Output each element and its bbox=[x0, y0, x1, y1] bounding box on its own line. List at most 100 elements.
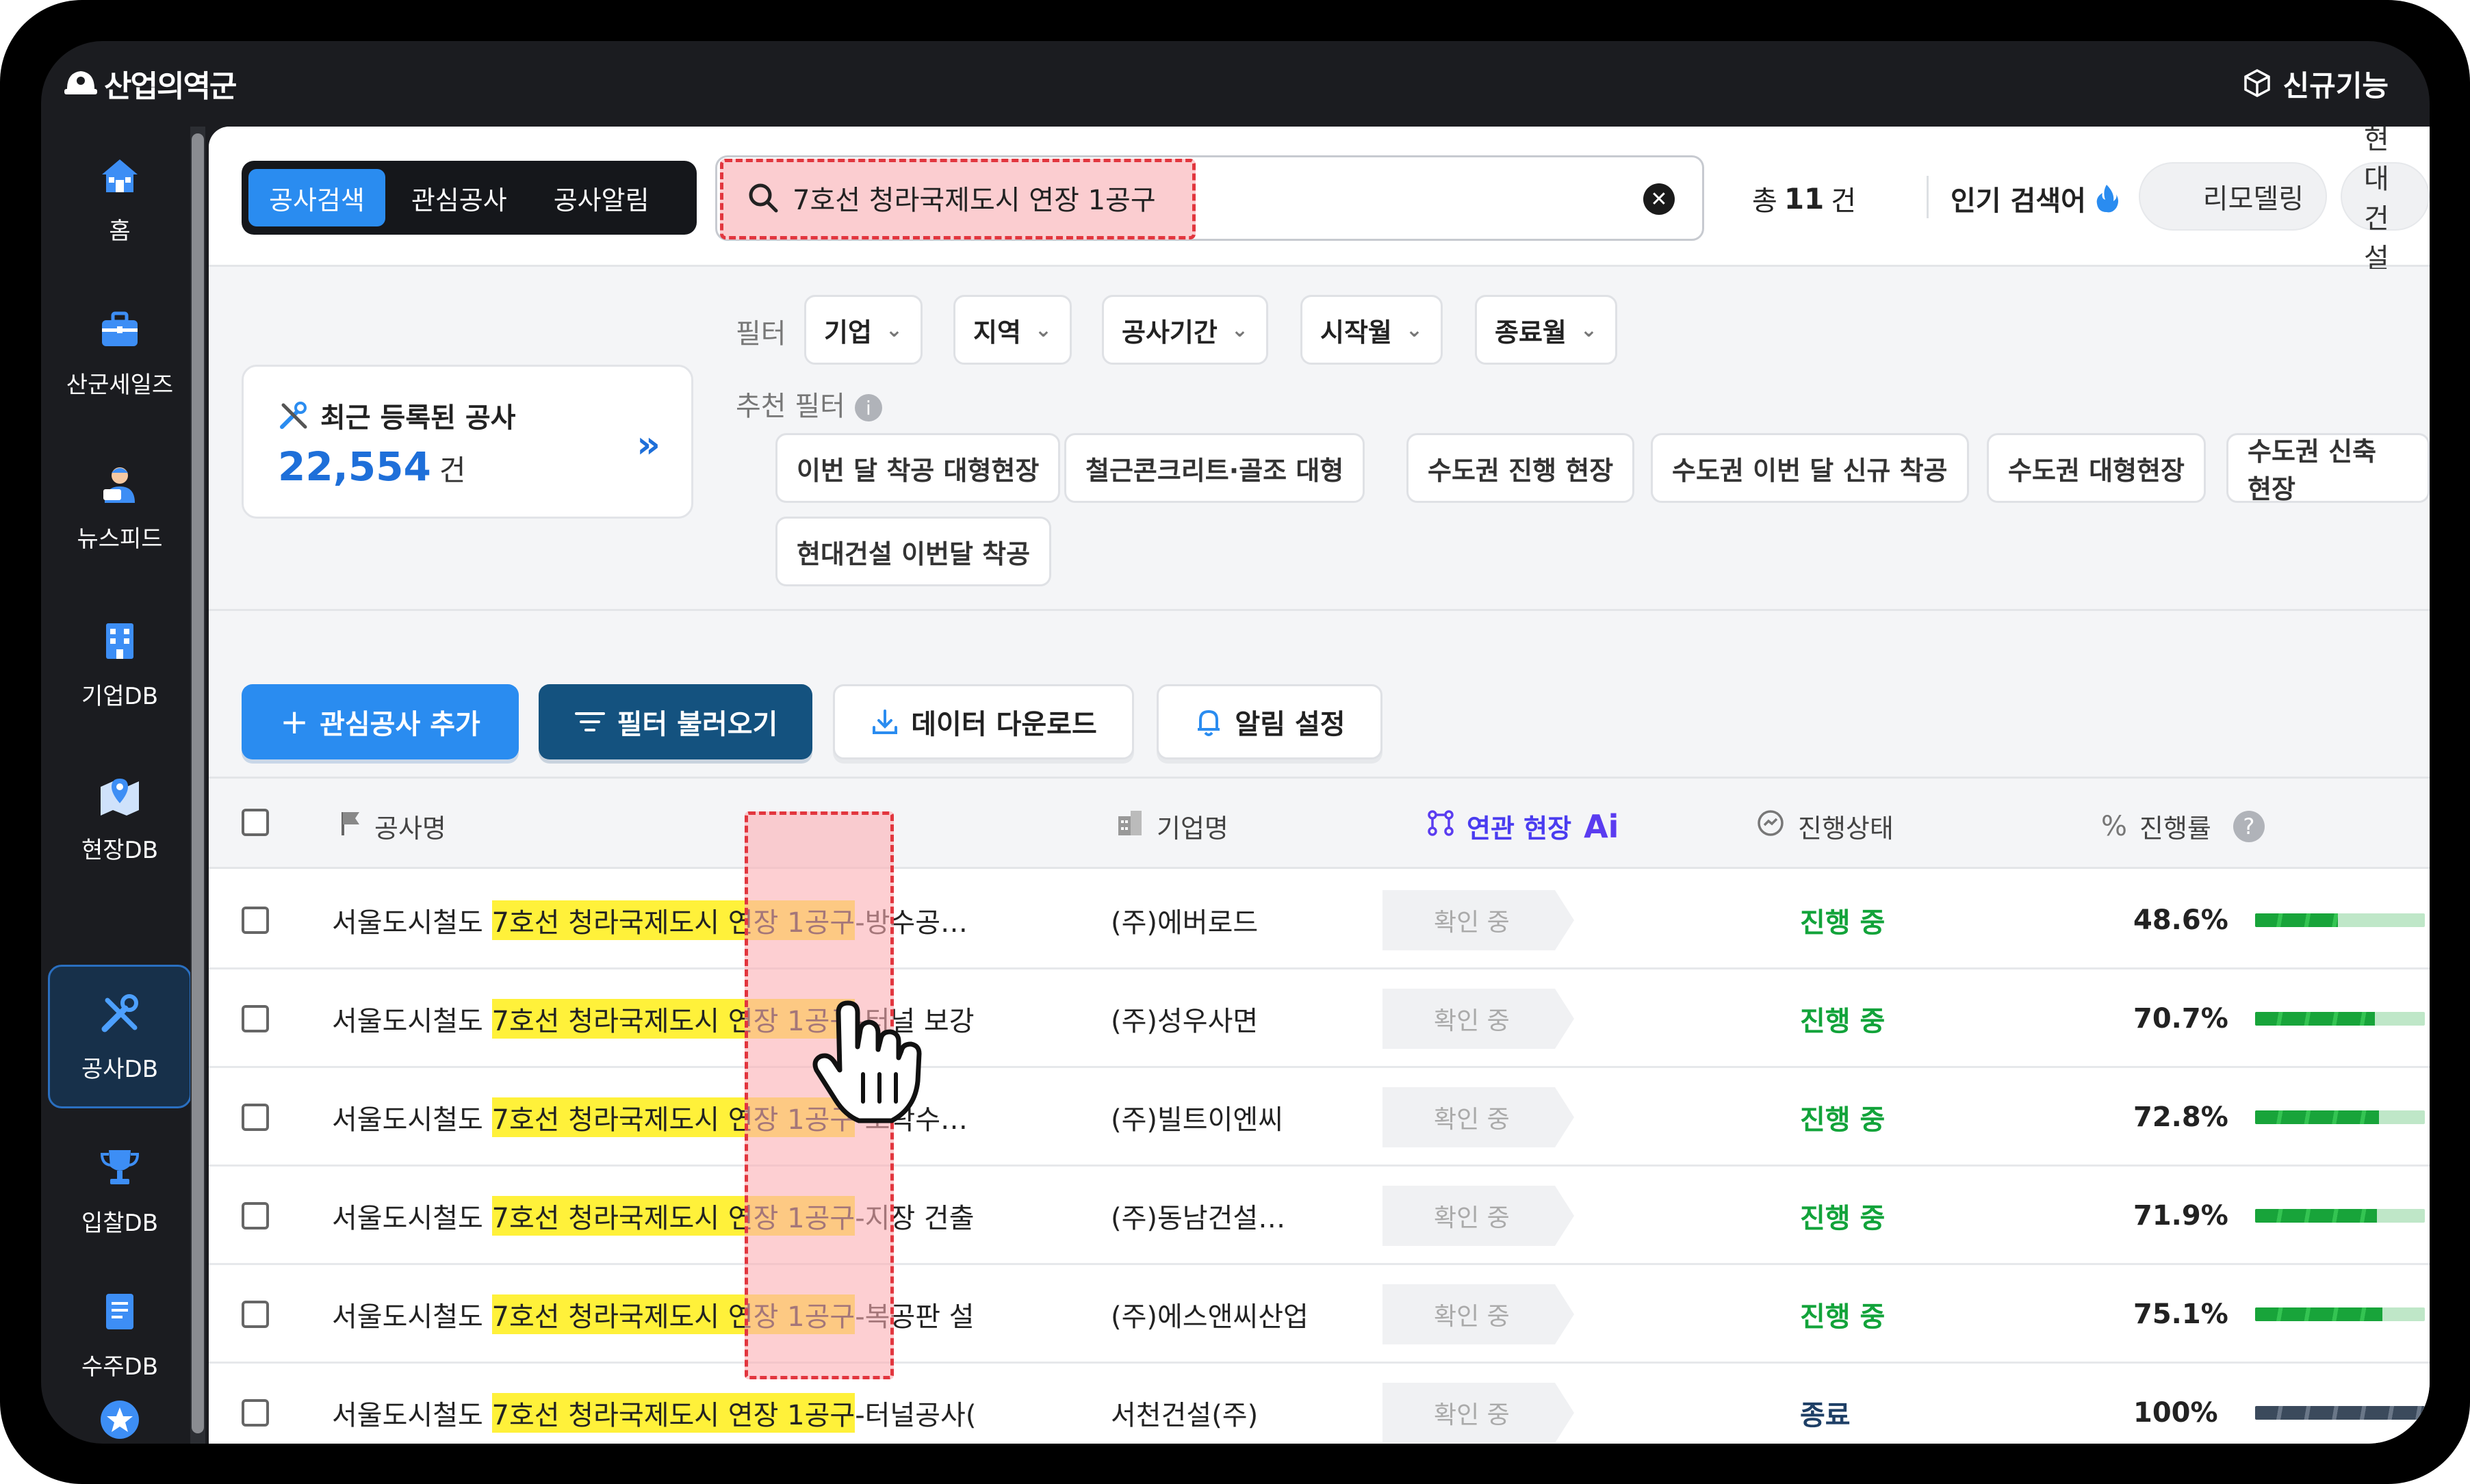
row-checkbox[interactable] bbox=[242, 1104, 269, 1131]
cube-plus-icon bbox=[2244, 69, 2271, 97]
table-row[interactable]: 서울도시철도 7호선 청라국제도시 연장 1공구 -복공판 설 (주)에스앤씨산업… bbox=[209, 1265, 2430, 1364]
company-name[interactable]: (주)빌트이엔씨 bbox=[1111, 1068, 1283, 1167]
divider bbox=[1927, 176, 1929, 218]
filter-region-button[interactable]: 지역 ⌄ bbox=[953, 295, 1072, 365]
recent-title-label: 최근 등록된 공사 bbox=[320, 402, 516, 434]
search-tabs: 공사검색 관심공사 공사알림 bbox=[242, 161, 697, 235]
company-name[interactable]: (주)에스앤씨산업 bbox=[1111, 1265, 1309, 1364]
column-header-label: 연관 현장 bbox=[1467, 813, 1572, 844]
brand-logo[interactable]: 산업의역군 bbox=[62, 56, 237, 111]
flag-icon bbox=[339, 809, 362, 843]
search-row: 공사검색 관심공사 공사알림 7호선 청라국제도시 연장 1공구 ✕ 총 11 … bbox=[209, 127, 2430, 274]
info-icon[interactable]: i bbox=[854, 394, 882, 421]
sidebar-item-newsfeed[interactable]: 뉴스피드 bbox=[48, 434, 192, 578]
related-site-chip: 확인 중 bbox=[1382, 1284, 1574, 1344]
help-icon[interactable]: ? bbox=[2233, 810, 2265, 842]
alert-settings-label: 알림 설정 bbox=[1235, 709, 1346, 740]
search-input[interactable]: 7호선 청라국제도시 연장 1공구 ✕ bbox=[715, 155, 1704, 241]
recommended-filter-chip[interactable]: 현대건설 이번달 착공 bbox=[775, 517, 1052, 586]
recommended-filter-chip[interactable]: 이번 달 착공 대형현장 bbox=[775, 433, 1061, 503]
sidebar-item-construction-db[interactable]: 공사DB bbox=[48, 965, 192, 1108]
tab-construction-search[interactable]: 공사검색 bbox=[248, 169, 385, 226]
new-features-button[interactable]: 신규기능 bbox=[2241, 56, 2389, 111]
filter-label: 필터 bbox=[736, 318, 786, 350]
recent-count-unit: 건 bbox=[439, 454, 466, 487]
row-checkbox[interactable] bbox=[242, 1301, 269, 1328]
add-interest-button[interactable]: + 관심공사 추가 bbox=[242, 684, 519, 759]
double-chevron-right-icon[interactable]: » bbox=[636, 423, 660, 466]
progress-percent: 75.1% bbox=[2133, 1299, 2228, 1330]
chevron-down-icon: ⌄ bbox=[1034, 317, 1053, 342]
recommended-filter-chip[interactable]: 수도권 이번 달 신규 착공 bbox=[1651, 433, 1969, 503]
related-site-chip: 확인 중 bbox=[1382, 989, 1574, 1049]
company-name[interactable]: (주)에버로드 bbox=[1111, 871, 1258, 969]
filter-start-month-button[interactable]: 시작월 ⌄ bbox=[1300, 295, 1443, 365]
column-header-status[interactable]: 진행상태 bbox=[1755, 807, 1894, 845]
table-row[interactable]: 서울도시철도 7호선 청라국제도시 연장 1공구 -터널공사( 서천건설(주) 확… bbox=[209, 1364, 2430, 1444]
document-icon bbox=[96, 1288, 144, 1336]
company-name[interactable]: (주)성우사면 bbox=[1111, 969, 1258, 1068]
table-row[interactable]: 서울도시철도 7호선 청라국제도시 연장 1공구 -오탁수… (주)빌트이엔씨 확… bbox=[209, 1068, 2430, 1167]
sidebar-item-more[interactable] bbox=[48, 1396, 192, 1444]
row-checkbox[interactable] bbox=[242, 907, 269, 934]
data-download-button[interactable]: 데이터 다운로드 bbox=[833, 684, 1134, 759]
table-row[interactable]: 서울도시철도 7호선 청라국제도시 연장 1공구 -터널 보강 (주)성우사면 확… bbox=[209, 969, 2430, 1068]
recommended-filter-chip[interactable]: 수도권 진행 현장 bbox=[1406, 433, 1635, 503]
chevron-down-icon: ⌄ bbox=[885, 317, 903, 342]
search-icon bbox=[749, 183, 778, 213]
scrollbar-thumb[interactable] bbox=[192, 133, 204, 1433]
company-name[interactable]: 서천건설(주) bbox=[1111, 1364, 1258, 1444]
total-prefix: 총 bbox=[1752, 185, 1777, 217]
recommended-filter-chip[interactable]: 수도권 대형현장 bbox=[1987, 433, 2206, 503]
sidebar-item-bid-db[interactable]: 입찰DB bbox=[48, 1119, 192, 1262]
progress-bar-fill bbox=[2255, 1307, 2383, 1321]
device-frame: 산업의역군 신규기능 홈 산군세일즈 뉴스피드 기업DB 현장DB 공사DB 입… bbox=[0, 0, 2470, 1484]
filter-period-button[interactable]: 공사기간 ⌄ bbox=[1102, 295, 1268, 365]
recommended-filter-chip[interactable]: 철근콘크리트·골조 대형 bbox=[1064, 433, 1365, 503]
popular-label: 인기 검색어 bbox=[1951, 185, 2086, 217]
filter-end-month-button[interactable]: 종료월 ⌄ bbox=[1475, 295, 1618, 365]
recommended-filter-text: 추천 필터 bbox=[736, 391, 845, 422]
sidebar-scrollbar[interactable] bbox=[190, 127, 205, 1444]
select-all-checkbox[interactable] bbox=[242, 809, 269, 836]
popular-term-chip[interactable]: 리모델링 bbox=[2139, 162, 2327, 231]
progress-percent: 70.7% bbox=[2133, 1003, 2228, 1034]
column-header-company[interactable]: 기업명 bbox=[1116, 807, 1228, 845]
progress-bar bbox=[2255, 1406, 2425, 1420]
popular-term-chip[interactable]: 현대건설 bbox=[2341, 127, 2430, 274]
sidebar-item-site-db[interactable]: 현장DB bbox=[48, 746, 192, 889]
alert-settings-button[interactable]: 알림 설정 bbox=[1157, 684, 1382, 759]
column-header-related-sites[interactable]: 연관 현장 Ai bbox=[1427, 807, 1619, 845]
sidebar-item-company-db[interactable]: 기업DB bbox=[48, 592, 192, 736]
sidebar-item-sales[interactable]: 산군세일즈 bbox=[48, 281, 192, 424]
progress-percent: 72.8% bbox=[2133, 1102, 2228, 1133]
sidebar-item-home[interactable]: 홈 bbox=[48, 127, 192, 270]
table-row[interactable]: 서울도시철도 7호선 청라국제도시 연장 1공구 -방수공… (주)에버로드 확인… bbox=[209, 871, 2430, 969]
download-icon bbox=[873, 710, 898, 734]
search-match-highlight: 7호선 청라국제도시 연장 1공구 bbox=[491, 1393, 856, 1433]
row-checkbox[interactable] bbox=[242, 1202, 269, 1229]
recommended-filter-chip[interactable]: 수도권 신축 현장 bbox=[2226, 433, 2430, 504]
name-prefix: 서울도시철도 bbox=[332, 1301, 483, 1333]
status-badge: 진행 중 bbox=[1800, 907, 1886, 939]
row-checkbox[interactable] bbox=[242, 1399, 269, 1427]
table-row[interactable]: 서울도시철도 7호선 청라국제도시 연장 1공구 -지장 건출 (주)동남건설… … bbox=[209, 1167, 2430, 1265]
column-header-name[interactable]: 공사명 bbox=[339, 807, 446, 845]
load-filter-button[interactable]: 필터 불러오기 bbox=[539, 684, 812, 759]
tools-icon bbox=[280, 402, 307, 429]
news-reporter-icon bbox=[96, 460, 144, 508]
row-checkbox[interactable] bbox=[242, 1005, 269, 1032]
related-site-chip: 확인 중 bbox=[1382, 890, 1574, 950]
sidebar-item-order-db[interactable]: 수주DB bbox=[48, 1262, 192, 1406]
chevron-down-icon: ⌄ bbox=[1405, 317, 1424, 342]
clear-search-button[interactable]: ✕ bbox=[1643, 183, 1675, 215]
filter-company-button[interactable]: 기업 ⌄ bbox=[804, 295, 923, 365]
recent-construction-card[interactable]: 최근 등록된 공사 22,554 건 » bbox=[242, 365, 693, 519]
tab-interest-construction[interactable]: 관심공사 bbox=[391, 169, 528, 226]
tab-construction-alerts[interactable]: 공사알림 bbox=[533, 169, 670, 226]
status-badge: 진행 중 bbox=[1800, 1203, 1886, 1234]
filter-button-label: 지역 bbox=[973, 317, 1021, 348]
column-header-progress[interactable]: % 진행률? bbox=[2101, 807, 2265, 845]
recent-count: 22,554 건 bbox=[278, 443, 465, 490]
company-name[interactable]: (주)동남건설… bbox=[1111, 1167, 1285, 1265]
